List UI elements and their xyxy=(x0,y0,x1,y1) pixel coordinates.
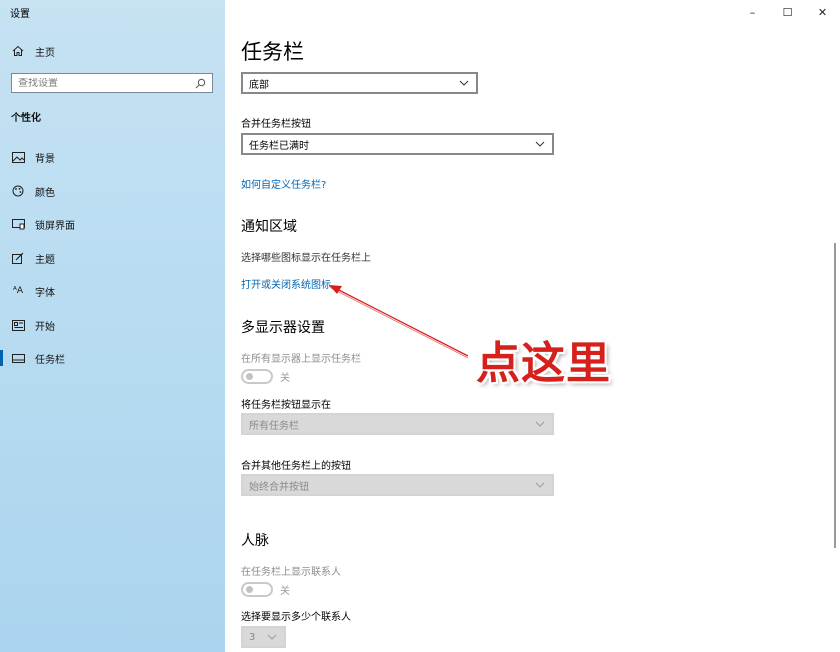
combine-other-select[interactable]: 始终合并按钮 xyxy=(241,474,554,496)
taskbar-position-select[interactable]: 底部 xyxy=(241,72,478,94)
buttons-on-label: 将任务栏按钮显示在 xyxy=(241,400,331,411)
chevron-down-icon xyxy=(534,481,546,489)
sidebar-item-label: 背景 xyxy=(35,153,55,165)
sidebar-item-colors[interactable]: 颜色 xyxy=(10,181,55,201)
sidebar-item-home[interactable]: 主页 xyxy=(10,41,55,61)
buttons-on-select[interactable]: 所有任务栏 xyxy=(241,413,554,435)
scrollbar-thumb[interactable] xyxy=(834,243,836,548)
sidebar-item-label: 任务栏 xyxy=(35,354,65,366)
sidebar-item-taskbar[interactable]: 任务栏 xyxy=(0,348,65,368)
page-title: 任务栏 xyxy=(241,40,304,64)
sidebar-item-background[interactable]: 背景 xyxy=(10,147,55,167)
sidebar: 设置 主页 个性化 背景 颜色 锁屏界面 主题 xyxy=(0,0,225,652)
show-all-displays-label: 在所有显示器上显示任务栏 xyxy=(241,354,361,365)
taskbar-icon xyxy=(10,350,26,366)
close-button[interactable]: ✕ xyxy=(805,0,840,24)
sidebar-item-label: 颜色 xyxy=(35,187,55,199)
select-value: 所有任务栏 xyxy=(249,420,299,432)
customize-taskbar-link[interactable]: 如何自定义任务栏? xyxy=(241,176,326,191)
people-heading: 人脉 xyxy=(241,533,269,549)
theme-brush-icon xyxy=(10,250,26,266)
sidebar-item-label: 主页 xyxy=(35,47,55,59)
contact-count-label: 选择要显示多少个联系人 xyxy=(241,612,351,623)
start-icon xyxy=(10,317,26,333)
home-icon xyxy=(10,43,26,59)
minimize-button[interactable]: – xyxy=(735,0,770,24)
search-input[interactable] xyxy=(18,77,195,89)
combine-buttons-select[interactable]: 任务栏已满时 xyxy=(241,133,554,155)
section-heading: 个性化 xyxy=(11,113,41,124)
maximize-button[interactable]: ☐ xyxy=(770,0,805,24)
toggle-knob xyxy=(246,372,253,380)
sidebar-item-start[interactable]: 开始 xyxy=(10,315,55,335)
notification-area-heading: 通知区域 xyxy=(241,219,297,235)
select-value: 任务栏已满时 xyxy=(249,140,309,152)
font-icon: ᴬA xyxy=(12,286,24,296)
show-all-displays-toggle[interactable] xyxy=(241,368,273,384)
show-all-displays-toggle-row: 关 xyxy=(241,368,290,384)
search-icon[interactable] xyxy=(195,74,206,93)
combine-other-label: 合并其他任务栏上的按钮 xyxy=(241,461,351,472)
chevron-down-icon xyxy=(458,79,470,87)
image-icon xyxy=(10,149,26,165)
search-field[interactable] xyxy=(11,73,213,93)
contact-count-select[interactable]: 3 xyxy=(241,626,286,648)
sidebar-item-themes[interactable]: 主题 xyxy=(10,248,55,268)
sidebar-item-label: 字体 xyxy=(35,287,55,299)
sidebar-item-label: 锁屏界面 xyxy=(35,220,75,232)
sidebar-item-fonts[interactable]: ᴬA 字体 xyxy=(10,281,55,301)
toggle-state: 关 xyxy=(280,585,290,597)
window-title: 设置 xyxy=(10,9,30,20)
select-icons-link[interactable]: 选择哪些图标显示在任务栏上 xyxy=(241,249,371,264)
annotation-label: 点这里 xyxy=(476,338,611,389)
show-contacts-toggle-row: 关 xyxy=(241,581,290,597)
combine-buttons-label: 合并任务栏按钮 xyxy=(241,119,311,130)
show-contacts-toggle[interactable] xyxy=(241,581,273,597)
chevron-down-icon xyxy=(266,633,278,641)
sidebar-item-label: 主题 xyxy=(35,254,55,266)
system-icons-link[interactable]: 打开或关闭系统图标 xyxy=(241,276,331,291)
toggle-knob xyxy=(246,585,253,593)
select-value: 3 xyxy=(249,631,256,643)
select-value: 始终合并按钮 xyxy=(249,481,309,493)
chevron-down-icon xyxy=(534,140,546,148)
sidebar-item-label: 开始 xyxy=(35,321,55,333)
lock-screen-icon xyxy=(10,216,26,232)
window-controls: – ☐ ✕ xyxy=(735,0,840,24)
multi-display-heading: 多显示器设置 xyxy=(241,320,325,336)
select-value: 底部 xyxy=(249,79,269,91)
show-contacts-label: 在任务栏上显示联系人 xyxy=(241,567,341,578)
chevron-down-icon xyxy=(534,420,546,428)
sidebar-item-lock-screen[interactable]: 锁屏界面 xyxy=(10,214,75,234)
toggle-state: 关 xyxy=(280,372,290,384)
palette-icon xyxy=(10,183,26,199)
